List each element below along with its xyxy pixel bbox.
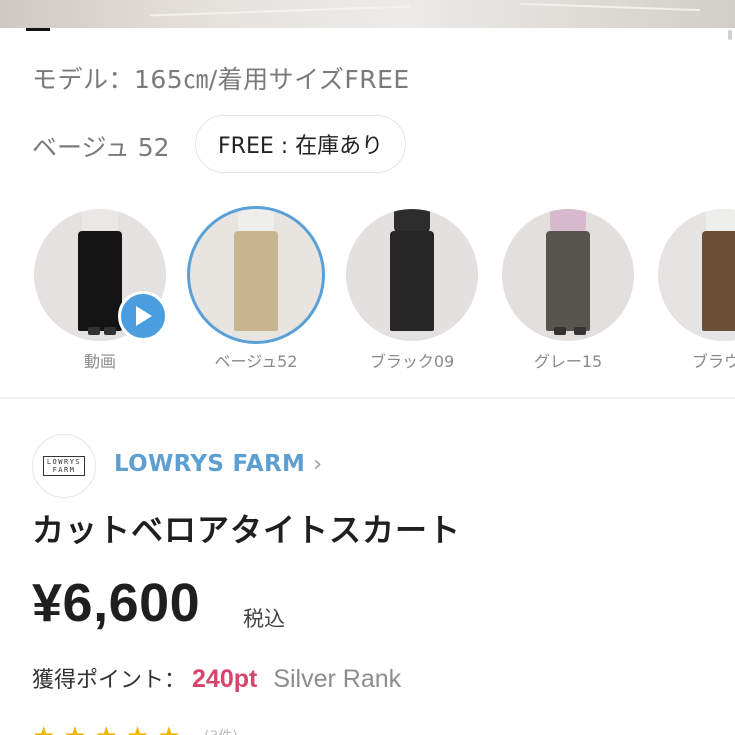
swatch-black[interactable]: ブラック09	[346, 205, 482, 375]
model-figure	[78, 231, 122, 331]
model-figure	[554, 327, 566, 335]
play-icon[interactable]	[118, 291, 168, 341]
model-figure	[702, 231, 735, 331]
swatch-beige[interactable]: ベージュ52	[187, 205, 326, 375]
swatch-image	[658, 209, 735, 341]
chevron-right-icon: ›	[313, 451, 323, 477]
swatch-label: グレー15	[533, 352, 603, 371]
swatch-gray[interactable]: グレー15	[502, 205, 638, 375]
image-detail	[520, 2, 700, 12]
brand-logo-text: LOWRYS FARM	[42, 456, 86, 476]
scrollbar[interactable]	[728, 30, 732, 40]
points-value: 240pt	[192, 665, 258, 693]
swatch-label: 動画	[83, 352, 116, 371]
size-stock-button[interactable]: FREE : 在庫あり	[195, 115, 407, 173]
swatch-brown[interactable]: ブラウン	[658, 205, 735, 375]
product-price: ¥6,600	[32, 573, 201, 633]
brand-link[interactable]: LOWRYS FARM ›	[114, 451, 322, 477]
section-divider	[0, 397, 735, 399]
model-figure	[390, 231, 434, 331]
review-count[interactable]: (3件)	[204, 726, 238, 735]
model-figure	[574, 327, 586, 335]
points-info: 獲得ポイント： 240pt Silver Rank	[32, 662, 401, 694]
selected-color-label: ベージュ 52	[32, 133, 170, 162]
image-carousel-indicator	[26, 28, 50, 31]
model-figure	[88, 327, 100, 335]
points-label: 獲得ポイント：	[32, 668, 187, 693]
size-stock-label: FREE : 在庫あり	[218, 134, 384, 159]
product-main-image[interactable]	[0, 0, 735, 28]
model-figure	[546, 231, 590, 331]
model-size-info: モデル：165㎝/着用サイズFREE	[32, 65, 410, 94]
image-detail	[150, 5, 410, 17]
member-rank: Silver Rank	[273, 665, 402, 693]
brand-name: LOWRYS FARM	[114, 451, 306, 477]
brand-logo[interactable]: LOWRYS FARM	[32, 434, 96, 498]
product-title: カットベロアタイトスカート	[32, 511, 462, 549]
swatch-label: ベージュ52	[214, 352, 298, 371]
rating-stars-icon[interactable]: ★★★★★	[32, 722, 189, 735]
swatch-label: ブラック09	[369, 352, 455, 371]
swatch-image	[187, 206, 325, 344]
model-figure	[234, 231, 278, 331]
product-page: モデル：165㎝/着用サイズFREE ベージュ 52 FREE : 在庫あり 動…	[0, 0, 735, 735]
tax-label: 税込	[243, 607, 285, 631]
model-figure	[104, 327, 116, 335]
color-swatch-list: 動画 ベージュ52 ブラック09 グレー15 ブラウ	[0, 205, 735, 375]
swatch-video[interactable]: 動画	[34, 205, 170, 375]
swatch-image	[502, 209, 634, 341]
swatch-label: ブラウン	[691, 352, 735, 371]
swatch-image	[346, 209, 478, 341]
